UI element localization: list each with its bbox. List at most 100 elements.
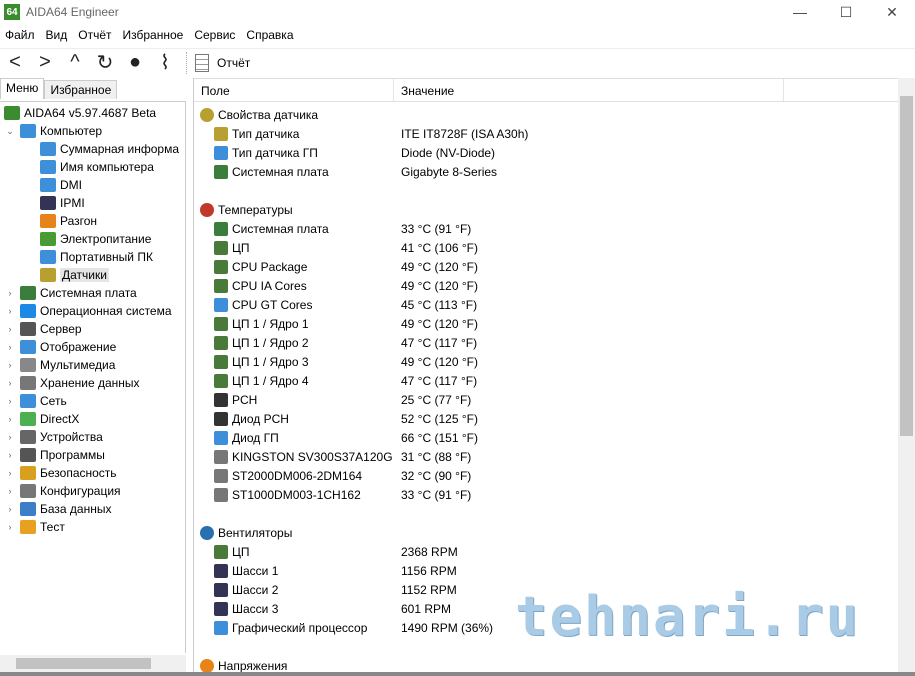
section-header[interactable]: Свойства датчика <box>194 105 318 124</box>
tree-item-icon <box>20 358 36 372</box>
field-name: ST1000DM003-1CH162 <box>232 487 361 502</box>
menu-file[interactable]: Файл <box>0 28 41 46</box>
tree-item-icon <box>20 340 36 354</box>
expand-arrow-icon[interactable]: › <box>4 396 16 406</box>
tab-favorites[interactable]: Избранное <box>44 80 118 99</box>
tree-item[interactable]: › Системная плата <box>4 284 137 302</box>
section-header[interactable]: Температуры <box>194 200 293 219</box>
scrollbar-thumb[interactable] <box>16 658 151 669</box>
table-row[interactable]: ЦП 1 / Ядро 4 47 °C (117 °F) <box>194 371 894 390</box>
row-icon <box>214 601 228 616</box>
table-row[interactable]: ЦП 1 / Ядро 2 47 °C (117 °F) <box>194 333 894 352</box>
expand-arrow-icon[interactable]: › <box>4 378 16 388</box>
expand-arrow-icon[interactable]: › <box>4 468 16 478</box>
tree-item[interactable]: › Программы <box>4 446 105 464</box>
expand-arrow-icon[interactable]: › <box>4 432 16 442</box>
field-name: Системная плата <box>232 164 329 179</box>
tree-item[interactable]: Электропитание <box>40 230 151 248</box>
details-panel: Поле Значение Свойства датчика Тип датчик… <box>193 78 915 673</box>
menu-view[interactable]: Вид <box>41 28 74 46</box>
tree-item[interactable]: AIDA64 v5.97.4687 Beta <box>4 104 156 122</box>
expand-arrow-icon[interactable]: › <box>4 306 16 316</box>
table-row[interactable]: CPU Package 49 °C (120 °F) <box>194 257 894 276</box>
table-row[interactable]: Системная плата 33 °C (91 °F) <box>194 219 894 238</box>
section-header[interactable]: Вентиляторы <box>194 523 292 542</box>
menu-help[interactable]: Справка <box>241 28 299 46</box>
tree-item[interactable]: Имя компьютера <box>40 158 154 176</box>
close-button[interactable]: ✕ <box>869 0 915 24</box>
tree-item[interactable]: › Безопасность <box>4 464 117 482</box>
tree-item[interactable]: › DirectX <box>4 410 79 428</box>
report-button[interactable]: Отчёт <box>193 53 250 72</box>
table-row[interactable]: CPU IA Cores 49 °C (120 °F) <box>194 276 894 295</box>
tree-item-icon <box>20 448 36 462</box>
table-row[interactable]: ST1000DM003-1CH162 33 °C (91 °F) <box>194 485 894 504</box>
tree-item[interactable]: › Хранение данных <box>4 374 140 392</box>
expand-arrow-icon[interactable]: › <box>4 288 16 298</box>
tree-item[interactable]: IPMI <box>40 194 85 212</box>
tree-item[interactable]: › База данных <box>4 500 111 518</box>
table-row[interactable]: Диод ГП 66 °C (151 °F) <box>194 428 894 447</box>
row-icon <box>214 544 228 559</box>
table-row[interactable]: Диод PCH 52 °C (125 °F) <box>194 409 894 428</box>
tree-item[interactable]: Датчики <box>40 266 109 284</box>
expand-arrow-icon[interactable]: › <box>4 324 16 334</box>
chart-icon[interactable]: ⌇ <box>150 50 180 76</box>
expand-arrow-icon[interactable]: ⌄ <box>4 126 16 137</box>
tree-item[interactable]: Портативный ПК <box>40 248 153 266</box>
tree-item[interactable]: Суммарная информа <box>40 140 179 158</box>
back-icon[interactable]: < <box>0 50 30 76</box>
tree-item[interactable]: › Устройства <box>4 428 103 446</box>
tree-item[interactable]: › Тест <box>4 518 65 536</box>
table-row[interactable]: Тип датчика ITE IT8728F (ISA A30h) <box>194 124 894 143</box>
table-row[interactable]: KINGSTON SV300S37A120G 31 °C (88 °F) <box>194 447 894 466</box>
tree-item[interactable]: › Операционная система <box>4 302 172 320</box>
table-row[interactable]: Системная плата Gigabyte 8-Series <box>194 162 894 181</box>
tree-item[interactable]: › Мультимедиа <box>4 356 115 374</box>
tree-item[interactable]: › Сервер <box>4 320 82 338</box>
minimize-button[interactable]: — <box>777 0 823 24</box>
field-value: 1156 RPM <box>401 563 457 578</box>
table-row[interactable]: CPU GT Cores 45 °C (113 °F) <box>194 295 894 314</box>
table-row[interactable]: Шасси 1 1156 RPM <box>194 561 894 580</box>
table-row[interactable]: PCH 25 °C (77 °F) <box>194 390 894 409</box>
column-header-field[interactable]: Поле <box>194 79 394 101</box>
field-name: CPU IA Cores <box>232 278 307 293</box>
tree-item[interactable]: ⌄ Компьютер <box>4 122 102 140</box>
forward-icon[interactable]: > <box>30 50 60 76</box>
table-row[interactable]: ЦП 41 °C (106 °F) <box>194 238 894 257</box>
expand-arrow-icon[interactable]: › <box>4 360 16 370</box>
table-row[interactable]: Тип датчика ГП Diode (NV-Diode) <box>194 143 894 162</box>
up-icon[interactable]: ^ <box>60 50 90 76</box>
maximize-button[interactable]: ☐ <box>823 0 869 24</box>
expand-arrow-icon[interactable]: › <box>4 414 16 424</box>
tree-item[interactable]: DMI <box>40 176 82 194</box>
expand-arrow-icon[interactable]: › <box>4 450 16 460</box>
tab-menu[interactable]: Меню <box>0 78 45 99</box>
table-row[interactable]: ST2000DM006-2DM164 32 °C (90 °F) <box>194 466 894 485</box>
menu-favorites[interactable]: Избранное <box>118 28 190 46</box>
table-row[interactable]: ЦП 1 / Ядро 3 49 °C (120 °F) <box>194 352 894 371</box>
table-row[interactable]: ЦП 1 / Ядро 1 49 °C (120 °F) <box>194 314 894 333</box>
expand-arrow-icon[interactable]: › <box>4 504 16 514</box>
horizontal-scrollbar[interactable] <box>0 655 186 672</box>
tree-item-label: Безопасность <box>40 466 117 480</box>
expand-arrow-icon[interactable]: › <box>4 342 16 352</box>
scrollbar-thumb[interactable] <box>900 96 913 436</box>
vertical-scrollbar[interactable] <box>898 78 915 672</box>
tree-item[interactable]: › Сеть <box>4 392 67 410</box>
column-header-value[interactable]: Значение <box>394 79 784 101</box>
expand-arrow-icon[interactable]: › <box>4 486 16 496</box>
field-value: 49 °C (120 °F) <box>401 354 478 369</box>
menu-report[interactable]: Отчёт <box>73 28 117 46</box>
tree-item[interactable]: › Конфигурация <box>4 482 121 500</box>
menu-service[interactable]: Сервис <box>189 28 241 46</box>
tree-item[interactable]: › Отображение <box>4 338 116 356</box>
user-icon[interactable]: ● <box>120 50 150 76</box>
table-row[interactable]: ЦП 2368 RPM <box>194 542 894 561</box>
expand-arrow-icon[interactable]: › <box>4 522 16 532</box>
refresh-icon[interactable]: ↻ <box>90 50 120 76</box>
tree-item-label: Суммарная информа <box>60 142 179 156</box>
tree-item[interactable]: Разгон <box>40 212 97 230</box>
section-title: Напряжения <box>218 658 288 673</box>
